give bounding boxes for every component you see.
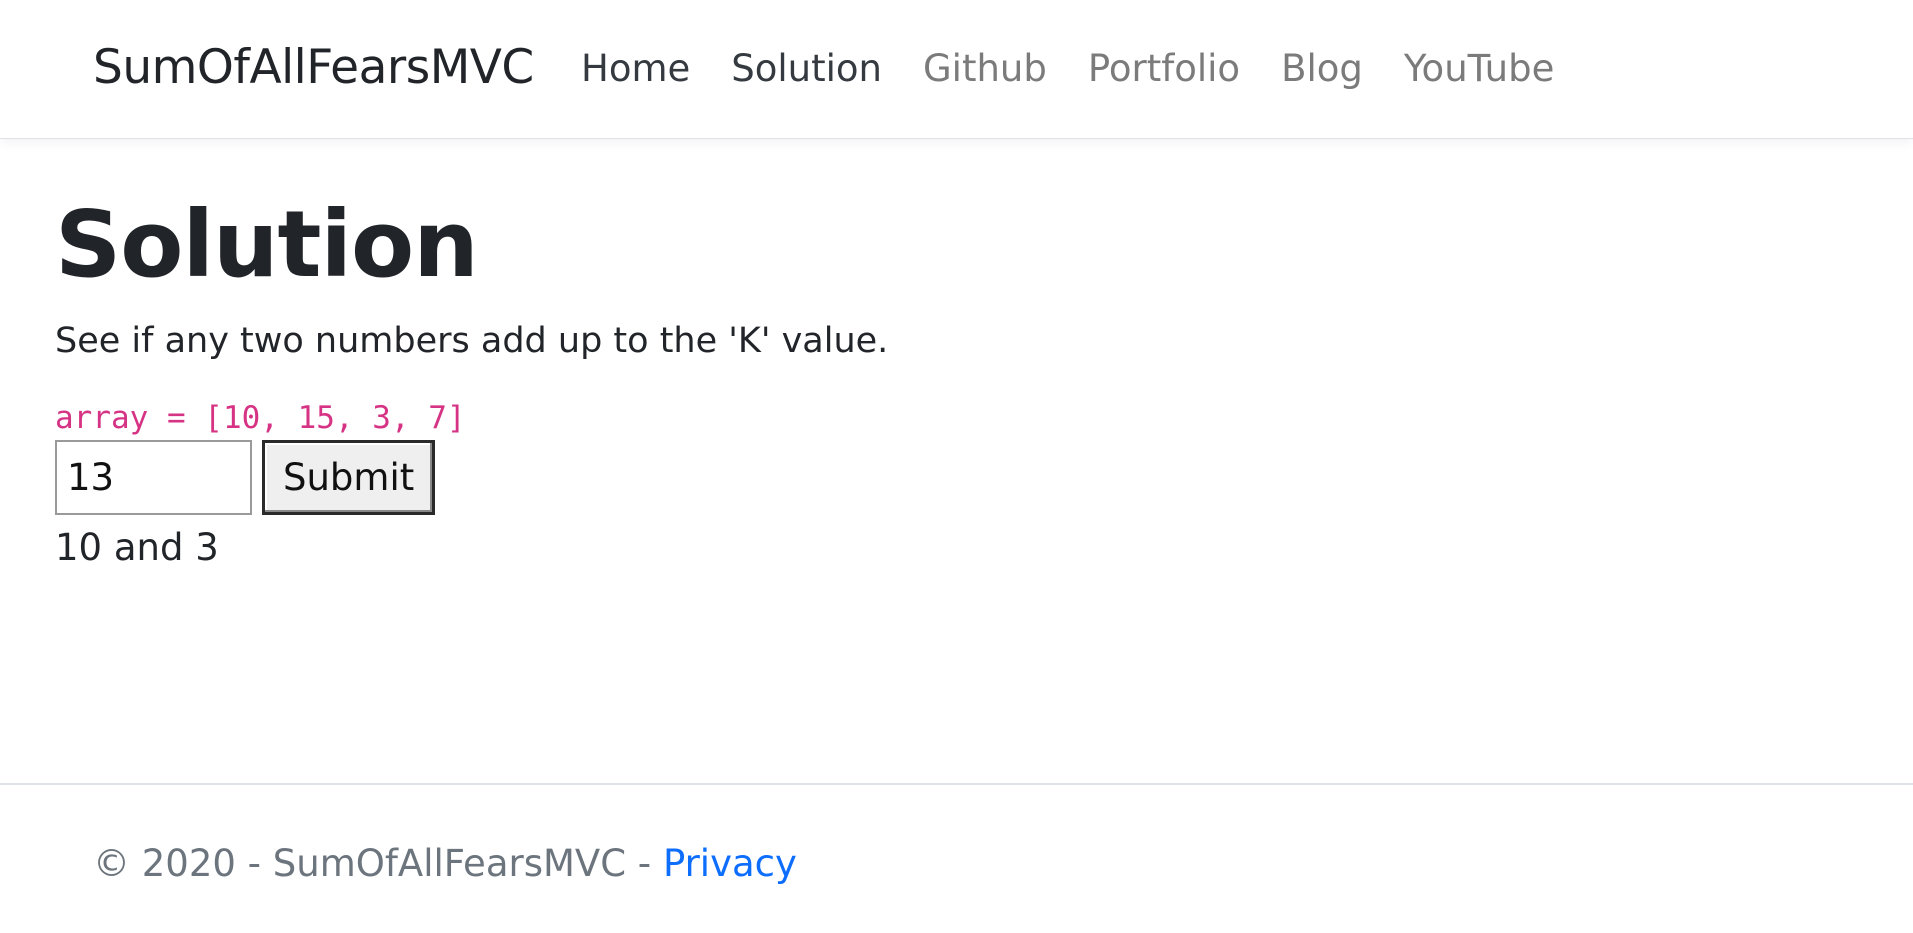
brand-link[interactable]: SumOfAllFearsMVC — [93, 40, 534, 96]
submit-button[interactable]: Submit — [262, 440, 436, 515]
main-nav: Home Solution Github Portfolio Blog YouT… — [581, 46, 1595, 92]
k-form: Submit — [55, 440, 888, 515]
nav-solution[interactable]: Solution — [731, 46, 882, 92]
nav-portfolio[interactable]: Portfolio — [1088, 46, 1240, 92]
page-title: Solution — [55, 191, 479, 298]
array-code: array = [10, 15, 3, 7] — [55, 400, 466, 436]
nav-blog[interactable]: Blog — [1281, 46, 1363, 92]
main-content: Solution See if any two numbers add up t… — [55, 190, 888, 573]
nav-home[interactable]: Home — [581, 46, 690, 92]
nav-github[interactable]: Github — [923, 46, 1047, 92]
footer: © 2020 - SumOfAllFearsMVC - Privacy — [0, 783, 1913, 933]
navbar: SumOfAllFearsMVC Home Solution Github Po… — [0, 0, 1913, 139]
footer-text: © 2020 - SumOfAllFearsMVC - Privacy — [93, 841, 797, 887]
footer-copyright: © 2020 - SumOfAllFearsMVC - — [93, 842, 663, 885]
result-text: 10 and 3 — [55, 526, 219, 569]
nav-youtube[interactable]: YouTube — [1404, 46, 1554, 92]
page-description: See if any two numbers add up to the 'K'… — [55, 321, 889, 361]
k-value-input[interactable] — [55, 440, 252, 515]
privacy-link[interactable]: Privacy — [663, 842, 797, 885]
